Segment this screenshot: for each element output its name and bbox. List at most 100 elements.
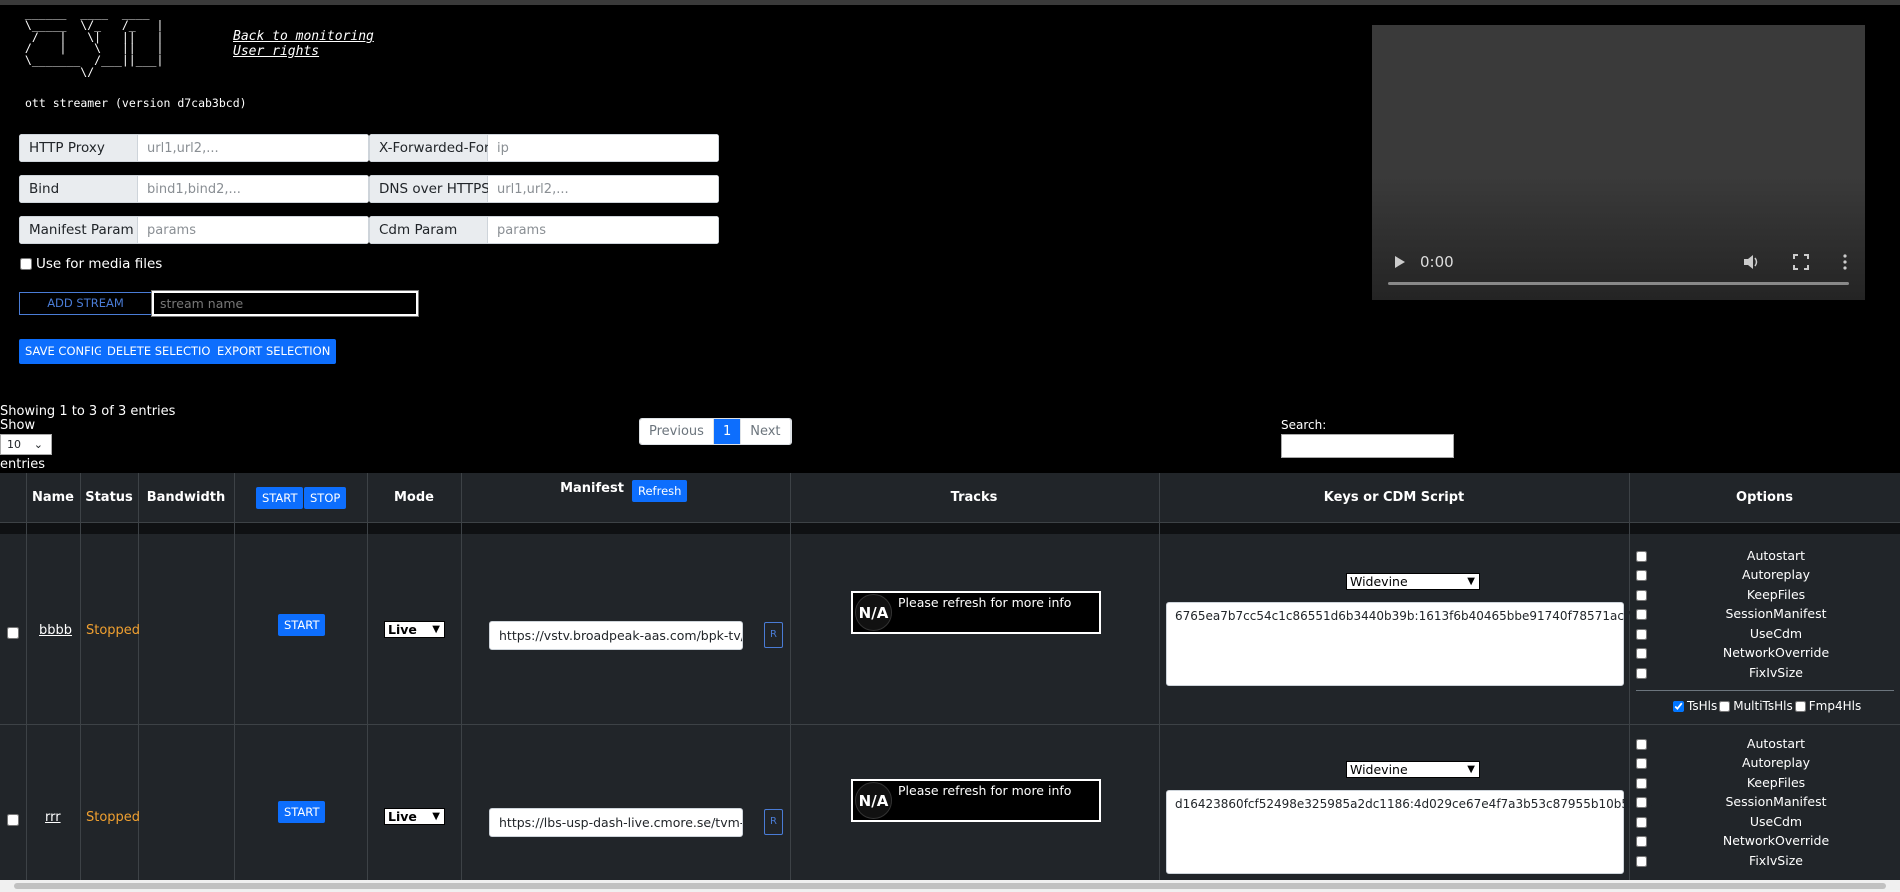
networkoverride-checkbox[interactable] [1636, 648, 1647, 659]
fixivsize-checkbox[interactable] [1636, 668, 1647, 679]
chevron-down-icon: ▼ [432, 624, 440, 635]
video-player[interactable]: 0:00 [1372, 25, 1865, 300]
chevron-down-icon: ▼ [1467, 764, 1475, 775]
start-all-button[interactable]: START [256, 487, 304, 509]
search-input[interactable] [1281, 434, 1454, 458]
col-keys[interactable]: Keys or CDM Script [1159, 473, 1629, 523]
doh-input[interactable] [488, 175, 719, 203]
sessionmanifest-label: SessionManifest [1725, 794, 1827, 809]
column-divider [234, 473, 235, 880]
autoreplay-checkbox[interactable] [1636, 570, 1647, 581]
keys-textarea[interactable]: d16423860fcf52498e325985a2dc1186:4d029ce… [1166, 790, 1652, 874]
col-options[interactable]: Options [1629, 473, 1900, 523]
mode-select[interactable]: Live ▼ [384, 808, 445, 825]
tshls-checkbox[interactable] [1673, 700, 1684, 712]
back-to-monitoring-link[interactable]: Back to monitoring [233, 29, 374, 44]
horizontal-scrollbar[interactable] [0, 880, 1900, 892]
autoreplay-checkbox[interactable] [1636, 758, 1647, 769]
page-1-button[interactable]: 1 [713, 419, 742, 444]
doh-label: DNS over HTTPS [369, 175, 490, 203]
stream-name-link[interactable]: bbbb [39, 623, 72, 638]
http-proxy-input[interactable] [138, 134, 369, 162]
sessionmanifest-checkbox[interactable] [1636, 797, 1647, 808]
scrollbar-thumb[interactable] [14, 883, 1886, 889]
manifest-url-input[interactable]: https://lbs-usp-dash-live.cmore.se/tvm-p… [489, 808, 743, 837]
autostart-label: Autostart [1746, 548, 1806, 563]
table-info: Showing 1 to 3 of 3 entries Show [0, 405, 175, 433]
video-controls: 0:00 [1372, 247, 1865, 277]
tracks-box: N/A Please refresh for more info [851, 779, 1101, 822]
page-length-select[interactable]: 10 ⌄ [0, 434, 52, 455]
cdm-param-input[interactable] [488, 216, 719, 244]
bind-label: Bind [19, 175, 138, 203]
autostart-checkbox[interactable] [1636, 551, 1647, 562]
next-page-button[interactable]: Next [741, 419, 791, 444]
use-for-media-checkbox[interactable] [20, 258, 32, 270]
header-separator [0, 523, 1900, 534]
save-config-button[interactable]: SAVE CONFIG [19, 339, 110, 364]
keepfiles-checkbox[interactable] [1636, 778, 1647, 789]
refresh-all-button[interactable]: Refresh [632, 480, 688, 502]
top-links: Back to monitoring User rights [233, 29, 374, 59]
add-stream-button[interactable]: ADD STREAM [19, 292, 152, 315]
http-proxy-group: HTTP Proxy [19, 134, 369, 162]
multitshls-checkbox[interactable] [1719, 700, 1731, 712]
stream-name-link[interactable]: rrr [45, 810, 61, 825]
col-mode[interactable]: Mode [367, 473, 461, 523]
export-selection-button[interactable]: EXPORT SELECTION [211, 339, 337, 364]
keys-textarea[interactable]: 6765ea7b7cc54c1c86551d6b3440b39b:1613f6b… [1166, 602, 1651, 686]
mode-select[interactable]: Live ▼ [384, 621, 445, 638]
col-name[interactable]: Name [26, 473, 80, 523]
show-label: Show [0, 418, 36, 433]
doh-group: DNS over HTTPS [369, 175, 719, 203]
video-progress-track[interactable] [1388, 282, 1849, 285]
row-start-button[interactable]: START [278, 614, 326, 636]
col-tracks[interactable]: Tracks [790, 473, 1158, 523]
sessionmanifest-checkbox[interactable] [1636, 609, 1647, 620]
usecdm-checkbox[interactable] [1636, 817, 1647, 828]
bind-input[interactable] [138, 175, 369, 203]
column-divider [367, 473, 368, 880]
x-forwarded-for-input[interactable] [488, 134, 719, 162]
col-bandwidth[interactable]: Bandwidth [138, 473, 234, 523]
fixivsize-label: FixIvSize [1749, 853, 1803, 868]
video-time: 0:00 [1420, 253, 1454, 271]
manifest-param-input[interactable] [138, 216, 369, 244]
stop-all-button[interactable]: STOP [304, 487, 347, 509]
delete-selection-button[interactable]: DELETE SELECTION [101, 339, 226, 364]
row-refresh-button[interactable]: R [764, 622, 783, 648]
column-divider [790, 473, 791, 880]
drm-select[interactable]: Widevine ▼ [1346, 761, 1480, 778]
networkoverride-checkbox[interactable] [1636, 836, 1647, 847]
volume-icon[interactable] [1743, 254, 1761, 270]
row-select-checkbox[interactable] [7, 627, 19, 639]
manifest-url-input[interactable]: https://vstv.broadpeak-aas.com/bpk-tv/pr… [489, 621, 743, 650]
user-rights-link[interactable]: User rights [233, 44, 374, 59]
row-start-button[interactable]: START [278, 801, 326, 823]
more-icon[interactable] [1843, 254, 1847, 270]
fmp4hls-label: Fmp4Hls [1808, 699, 1862, 713]
keepfiles-checkbox[interactable] [1636, 590, 1647, 601]
play-icon[interactable] [1394, 255, 1406, 269]
chevron-down-icon: ⌄ [33, 438, 43, 451]
previous-page-button[interactable]: Previous [640, 419, 714, 444]
row-refresh-button[interactable]: R [764, 809, 783, 835]
text-cursor-icon [257, 299, 263, 312]
column-divider [1159, 473, 1160, 880]
stream-name-input[interactable] [151, 290, 419, 317]
drm-select[interactable]: Widevine ▼ [1346, 573, 1480, 590]
use-for-media-label: Use for media files [36, 256, 163, 272]
autostart-checkbox[interactable] [1636, 739, 1647, 750]
usecdm-checkbox[interactable] [1636, 629, 1647, 640]
row-select-checkbox[interactable] [7, 814, 19, 826]
fixivsize-checkbox[interactable] [1636, 856, 1647, 867]
tracks-message: Please refresh for more info [898, 783, 1072, 798]
column-divider [1629, 473, 1630, 880]
col-status[interactable]: Status [80, 473, 138, 523]
fullscreen-icon[interactable] [1793, 254, 1809, 270]
fmp4hls-checkbox[interactable] [1794, 700, 1806, 712]
column-divider [26, 473, 27, 880]
search-label: Search: [1281, 418, 1327, 432]
col-manifest: Manifest [560, 481, 624, 496]
status-text: Stopped [86, 810, 141, 825]
